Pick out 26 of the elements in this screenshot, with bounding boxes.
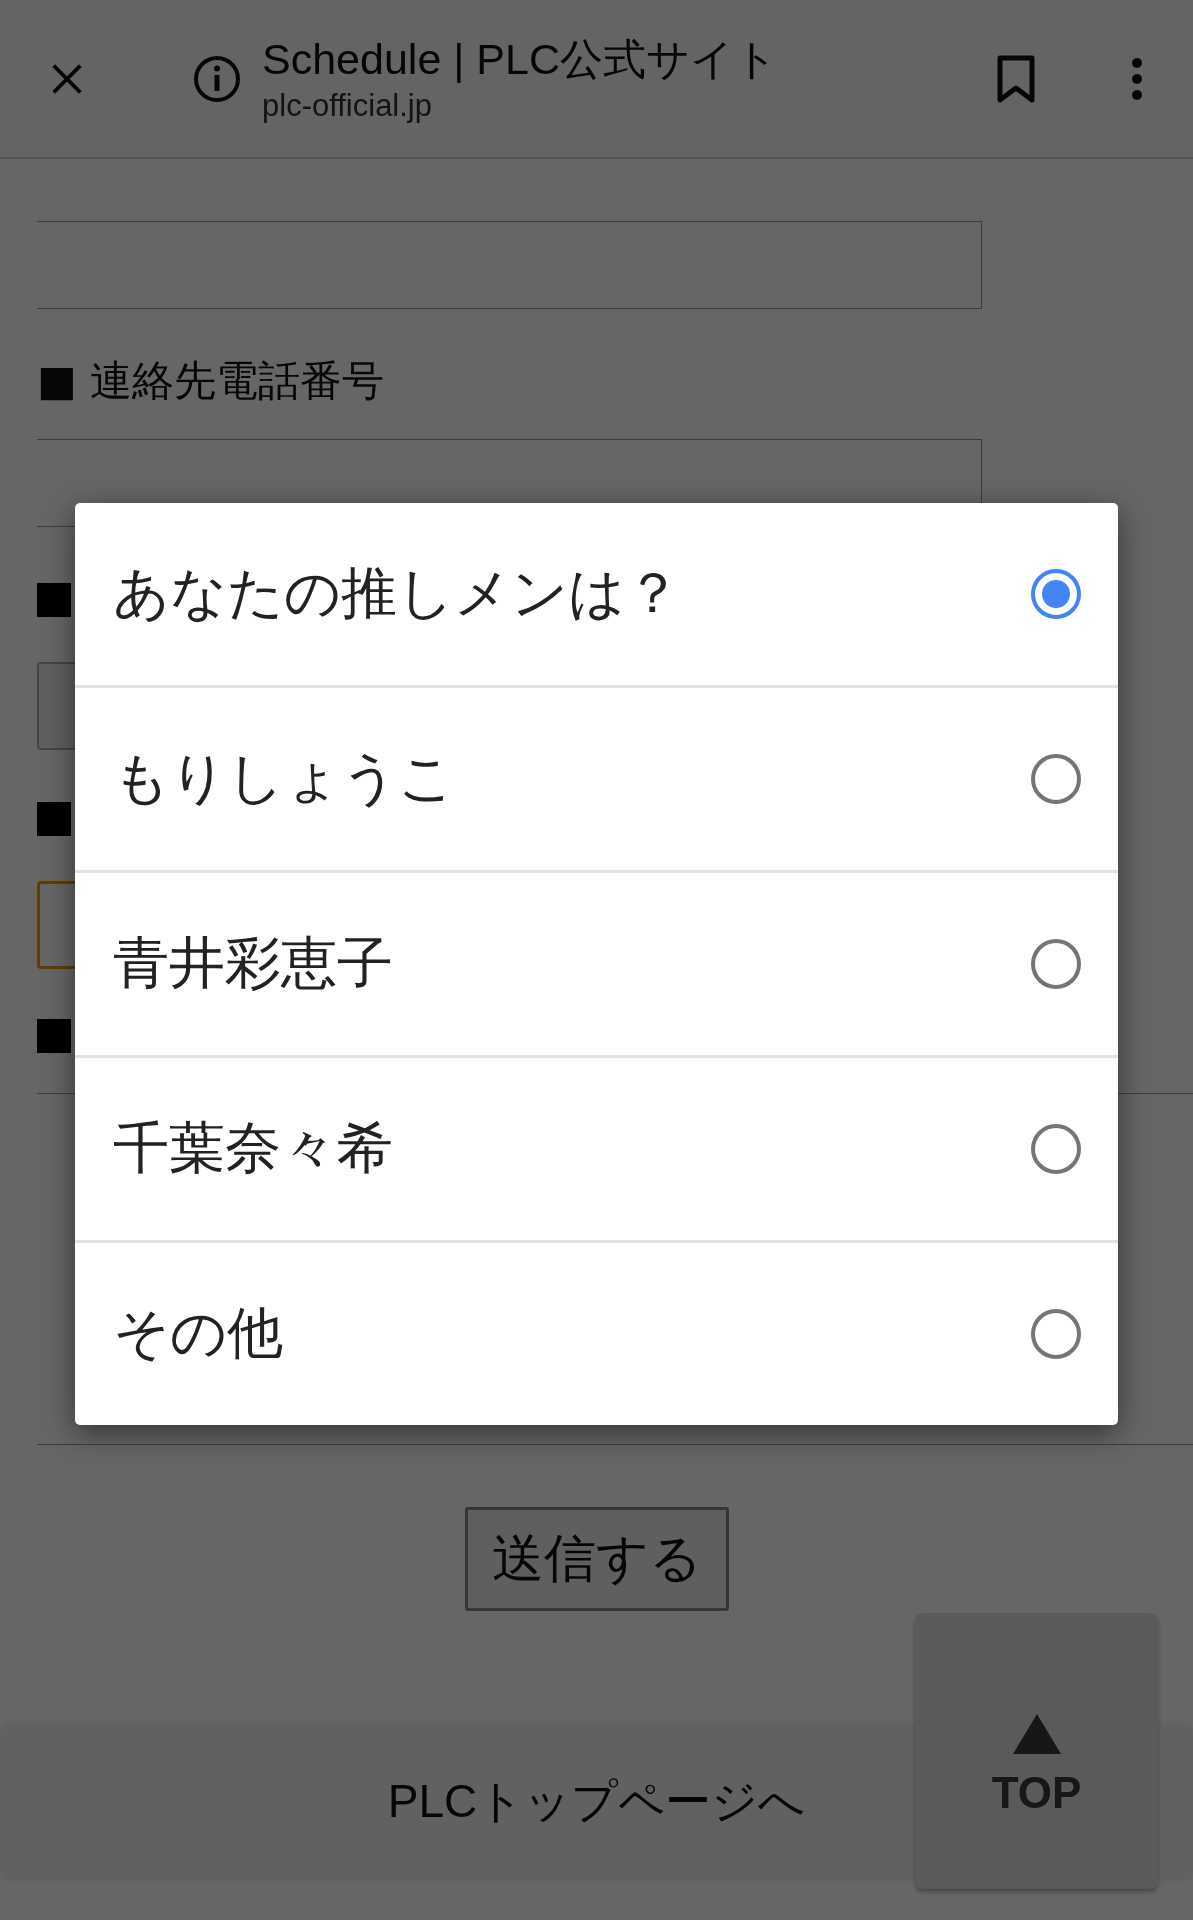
bookmark-icon[interactable] xyxy=(996,54,1036,103)
radio-button[interactable] xyxy=(1031,939,1081,989)
page-url: plc-official.jp xyxy=(262,86,433,125)
bullet-icon xyxy=(37,802,71,836)
input-field[interactable] xyxy=(37,221,982,309)
option-item[interactable]: 千葉奈々希 xyxy=(75,1055,1118,1240)
info-icon[interactable] xyxy=(192,53,242,104)
more-icon[interactable] xyxy=(1131,56,1143,101)
option-item[interactable]: その他 xyxy=(75,1240,1118,1425)
option-item[interactable]: もりしょうこ xyxy=(75,685,1118,870)
option-item[interactable]: 青井彩恵子 xyxy=(75,870,1118,1055)
bullet-icon xyxy=(37,583,71,617)
option-label: 青井彩恵子 xyxy=(113,929,393,997)
radio-button[interactable] xyxy=(1031,1309,1081,1359)
field-label: ■ 連絡先電話番号 xyxy=(37,355,386,407)
option-item[interactable]: あなたの推しメンは？ xyxy=(75,503,1118,685)
option-label: その他 xyxy=(113,1299,283,1367)
option-label: もりしょうこ xyxy=(113,744,455,812)
radio-button[interactable] xyxy=(1031,569,1081,619)
page-title: Schedule | PLC公式サイト xyxy=(262,33,780,85)
option-label: あなたの推しメンは？ xyxy=(113,559,681,627)
triangle-icon xyxy=(1012,1713,1061,1754)
option-label: 千葉奈々希 xyxy=(113,1114,393,1182)
bullet-icon xyxy=(37,1019,71,1053)
radio-button[interactable] xyxy=(1031,754,1081,804)
radio-button[interactable] xyxy=(1031,1124,1081,1174)
